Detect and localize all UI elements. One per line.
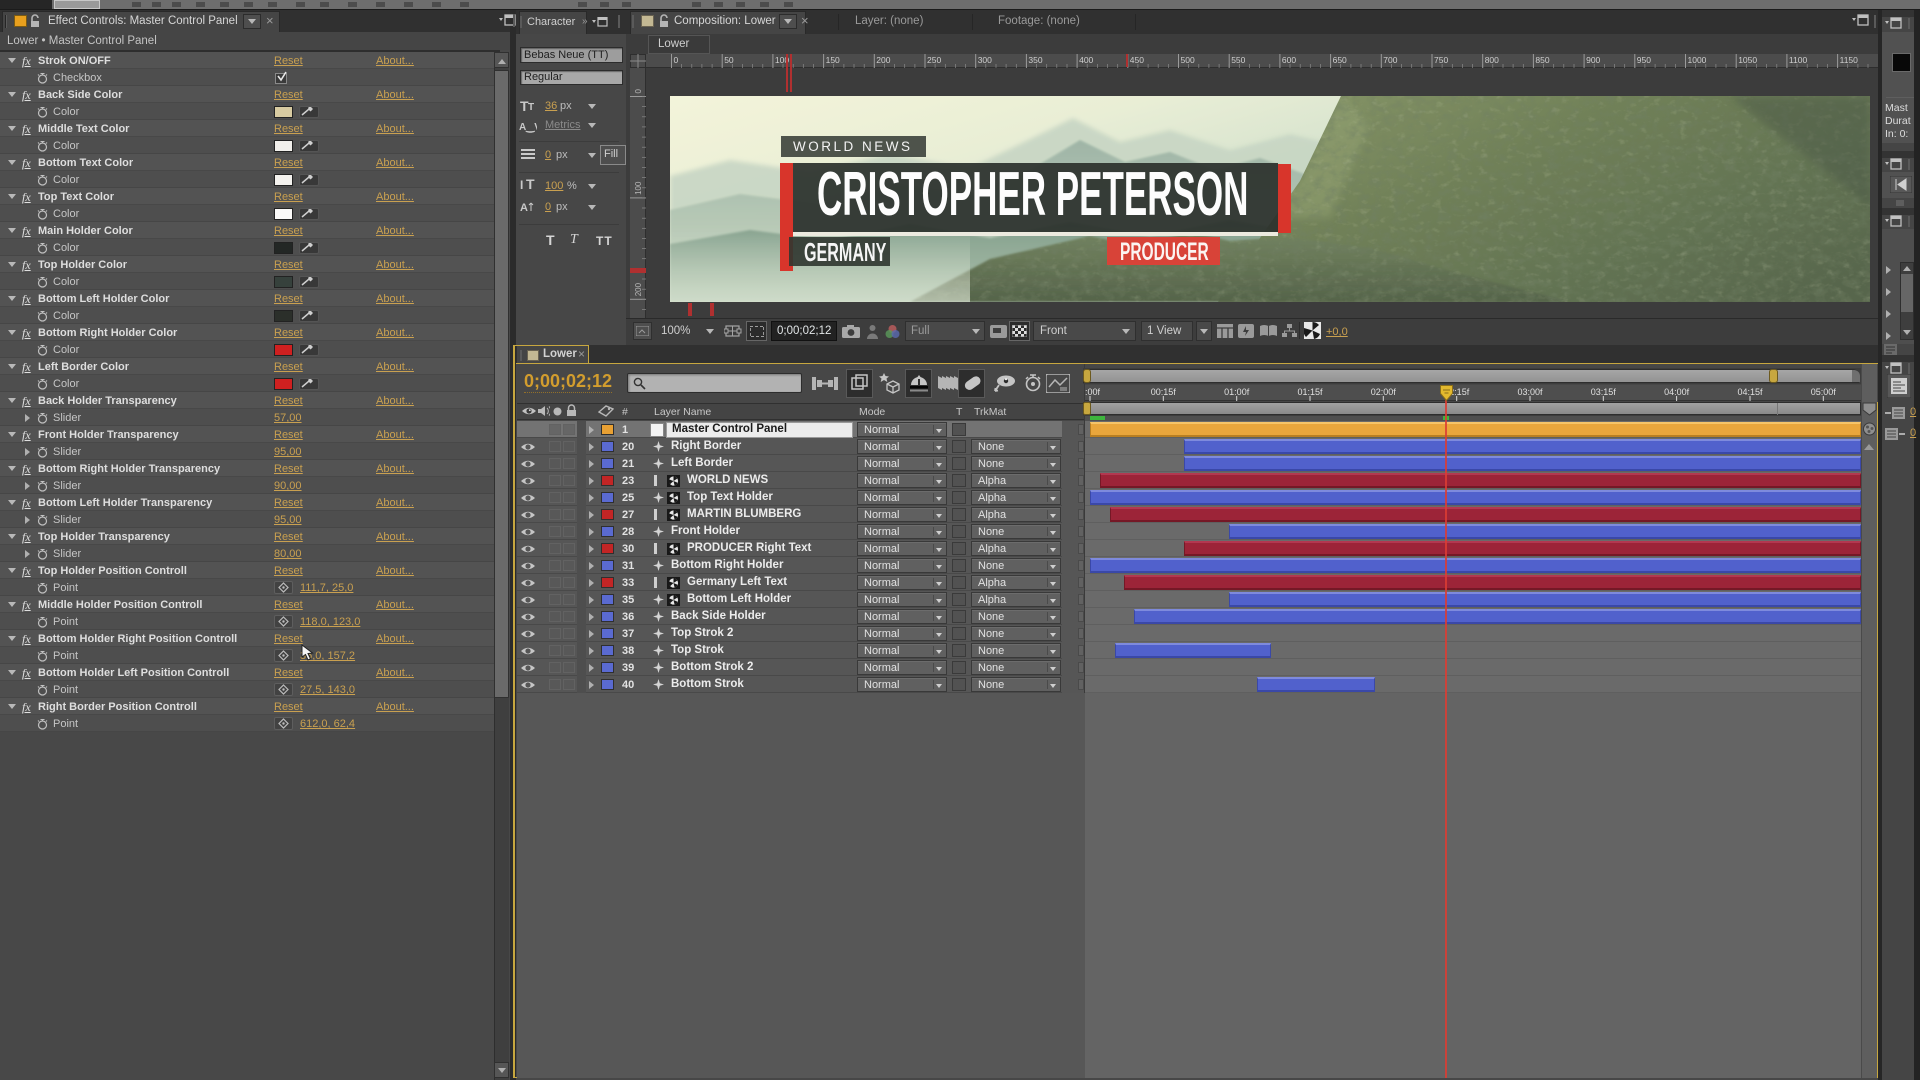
svg-text:02:00f: 02:00f [1371, 387, 1397, 397]
svg-text:200: 200 [876, 55, 890, 65]
svg-text:100: 100 [634, 181, 643, 195]
svg-text:A‿V: A‿V [519, 122, 537, 133]
svg-text:600: 600 [1282, 55, 1296, 65]
svg-text:0: 0 [634, 89, 643, 94]
svg-text:00:15f: 00:15f [1151, 387, 1177, 397]
svg-text:250: 250 [927, 55, 941, 65]
svg-text:900: 900 [1586, 55, 1600, 65]
svg-text:01:00f: 01:00f [1224, 387, 1250, 397]
svg-text:950: 950 [1637, 55, 1651, 65]
svg-text:700: 700 [1383, 55, 1397, 65]
svg-text:04:15f: 04:15f [1737, 387, 1763, 397]
svg-text:0:00f: 0:00f [1085, 387, 1101, 397]
svg-text:1050: 1050 [1738, 55, 1757, 65]
svg-text:1000: 1000 [1688, 55, 1707, 65]
svg-text:0: 0 [674, 55, 679, 65]
svg-text:800: 800 [1485, 55, 1499, 65]
svg-text:04:00f: 04:00f [1664, 387, 1690, 397]
svg-text:450: 450 [1130, 55, 1144, 65]
svg-text:150: 150 [826, 55, 840, 65]
svg-text:05:00f: 05:00f [1811, 387, 1837, 397]
svg-text:01:15f: 01:15f [1297, 387, 1323, 397]
svg-text:400: 400 [1079, 55, 1093, 65]
svg-text:550: 550 [1231, 55, 1245, 65]
svg-text:200: 200 [634, 282, 643, 296]
svg-text:A: A [520, 202, 528, 214]
svg-text:500: 500 [1181, 55, 1195, 65]
svg-text:650: 650 [1333, 55, 1347, 65]
svg-text:350: 350 [1028, 55, 1042, 65]
svg-text:50: 50 [724, 55, 734, 65]
svg-text:300: 300 [978, 55, 992, 65]
svg-text:03:15f: 03:15f [1591, 387, 1617, 397]
svg-text:1150: 1150 [1840, 55, 1859, 65]
svg-text:03:00f: 03:00f [1517, 387, 1543, 397]
svg-text:850: 850 [1535, 55, 1549, 65]
svg-text:750: 750 [1434, 55, 1448, 65]
svg-text:1100: 1100 [1789, 55, 1808, 65]
